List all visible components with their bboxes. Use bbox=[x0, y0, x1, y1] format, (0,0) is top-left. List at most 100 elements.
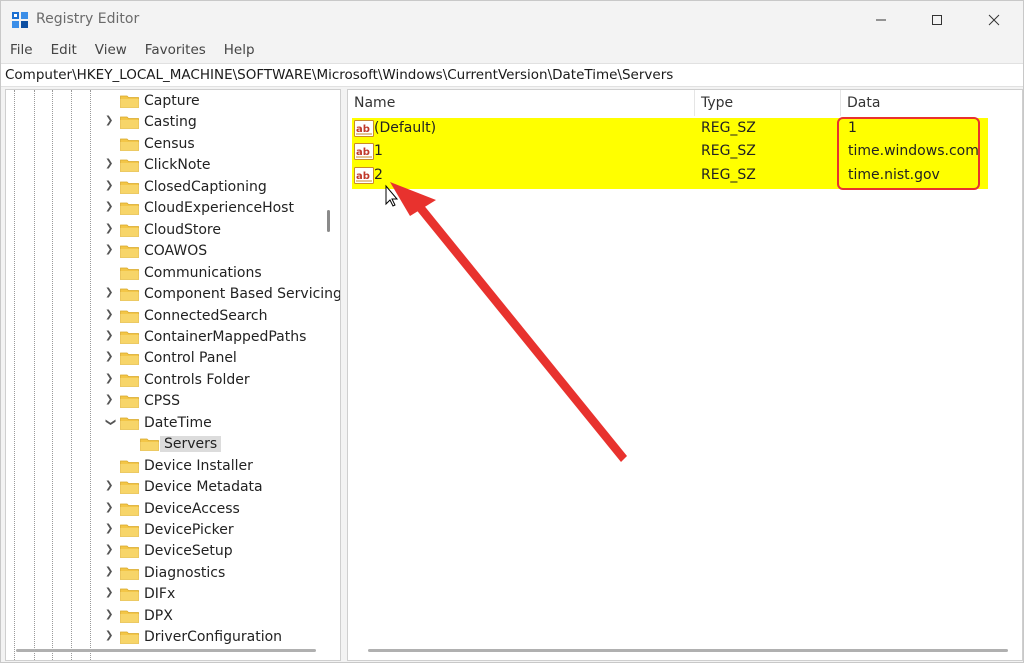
registry-editor-icon bbox=[12, 12, 28, 28]
tree-item[interactable]: ❯ CPSS bbox=[6, 391, 326, 412]
folder-icon bbox=[120, 544, 139, 559]
tree-item[interactable]: Census bbox=[6, 134, 326, 155]
minimize-icon bbox=[876, 19, 886, 20]
chevron-right-icon[interactable]: ❯ bbox=[105, 587, 115, 601]
chevron-right-icon[interactable]: ❯ bbox=[105, 330, 115, 344]
tree-item[interactable]: ❯ DIFx bbox=[6, 584, 326, 605]
tree-item[interactable]: ❯ COAWOS bbox=[6, 241, 326, 262]
tree-item[interactable]: Communications bbox=[6, 263, 326, 284]
chevron-down-icon[interactable]: ❯ bbox=[102, 418, 116, 428]
tree-item[interactable]: ❯ DeviceSetup bbox=[6, 541, 326, 562]
chevron-right-icon[interactable]: ❯ bbox=[105, 201, 115, 215]
tree-item[interactable]: ❯ Controls Folder bbox=[6, 370, 326, 391]
menu-help[interactable]: Help bbox=[215, 39, 264, 61]
tree-item[interactable]: ❯ CloudExperienceHost bbox=[6, 198, 326, 219]
tree-item[interactable]: ❯ Control Panel bbox=[6, 348, 326, 369]
chevron-right-icon[interactable]: ❯ bbox=[105, 480, 115, 494]
folder-icon bbox=[120, 94, 139, 108]
close-button[interactable] bbox=[964, 1, 1024, 38]
chevron-right-icon[interactable]: ❯ bbox=[105, 158, 115, 172]
tree-horizontal-scrollbar[interactable] bbox=[16, 649, 316, 652]
tree-item[interactable]: ❯ DriverConfiguration bbox=[6, 627, 326, 648]
folder-icon bbox=[120, 502, 139, 516]
tree-item-label: COAWOS bbox=[144, 243, 208, 260]
svg-text:ab: ab bbox=[356, 124, 370, 135]
chevron-right-icon[interactable]: ❯ bbox=[105, 115, 115, 129]
menu-file[interactable]: File bbox=[1, 39, 42, 61]
tree-item-label: Capture bbox=[144, 93, 200, 109]
close-icon bbox=[988, 14, 1000, 25]
svg-text:ab: ab bbox=[356, 147, 370, 158]
tree-item[interactable]: ❯ ContainerMappedPaths bbox=[6, 327, 326, 348]
chevron-right-icon[interactable]: ❯ bbox=[105, 502, 115, 516]
tree-item[interactable]: ❯ DeviceAccess bbox=[6, 499, 326, 520]
mouse-cursor-icon bbox=[385, 184, 399, 207]
tree-item[interactable]: ❯ ConnectedSearch bbox=[6, 306, 326, 327]
tree-item[interactable]: ❯ Component Based Servicing bbox=[6, 284, 340, 305]
tree-item[interactable]: ❯ DateTime bbox=[6, 413, 326, 434]
folder-icon bbox=[120, 523, 139, 537]
menu-bar: File Edit View Favorites Help bbox=[1, 39, 264, 61]
address-path[interactable]: Computer\HKEY_LOCAL_MACHINE\SOFTWARE\Mic… bbox=[5, 67, 673, 83]
chevron-right-icon[interactable]: ❯ bbox=[105, 523, 115, 537]
menu-favorites[interactable]: Favorites bbox=[136, 39, 215, 61]
tree-item-label: DevicePicker bbox=[144, 522, 234, 538]
column-header-type[interactable]: Type bbox=[694, 90, 840, 116]
title-bar: Registry Editor bbox=[1, 1, 1023, 38]
chevron-right-icon[interactable]: ❯ bbox=[105, 287, 115, 301]
chevron-right-icon[interactable]: ❯ bbox=[105, 351, 115, 365]
tree-item[interactable]: Servers bbox=[6, 434, 326, 455]
chevron-right-icon[interactable]: ❯ bbox=[105, 223, 115, 237]
tree-item-label: DeviceSetup bbox=[144, 543, 233, 560]
value-type: REG_SZ bbox=[701, 143, 756, 160]
column-header-name[interactable]: Name bbox=[348, 90, 694, 116]
tree-item-label: DIFx bbox=[144, 586, 176, 603]
key-tree-pane[interactable]: Capture ❯ Casting Census ❯ ClickNote ❯ ClosedCa… bbox=[5, 89, 341, 661]
tree-item[interactable]: ❯ Device Metadata bbox=[6, 477, 326, 498]
tree-item-label: Casting bbox=[144, 114, 197, 131]
tree-item[interactable]: ❯ ClickNote bbox=[6, 155, 326, 176]
address-bar[interactable]: Computer\HKEY_LOCAL_MACHINE\SOFTWARE\Mic… bbox=[1, 63, 1023, 87]
maximize-button[interactable] bbox=[907, 1, 967, 38]
chevron-right-icon[interactable]: ❯ bbox=[105, 609, 115, 623]
tree-item[interactable]: ❯ Casting bbox=[6, 112, 326, 133]
menu-edit[interactable]: Edit bbox=[42, 39, 86, 61]
tree-item[interactable]: Device Installer bbox=[6, 456, 326, 477]
tree-item-label: Diagnostics bbox=[144, 564, 226, 581]
chevron-right-icon[interactable]: ❯ bbox=[105, 544, 115, 558]
maximize-icon bbox=[932, 14, 942, 25]
value-name: 2 bbox=[374, 166, 383, 183]
menu-view[interactable]: View bbox=[86, 39, 136, 61]
string-value-icon: ab bbox=[354, 166, 374, 184]
svg-text:ab: ab bbox=[356, 171, 370, 182]
tree-item-label: ClickNote bbox=[144, 157, 211, 174]
chevron-right-icon[interactable]: ❯ bbox=[105, 566, 115, 580]
chevron-right-icon[interactable]: ❯ bbox=[105, 373, 115, 387]
tree-item[interactable]: ❯ Diagnostics bbox=[6, 563, 326, 584]
value-name: 1 bbox=[374, 143, 383, 160]
tree-item[interactable]: ❯ CloudStore bbox=[6, 220, 326, 241]
string-value-icon: ab bbox=[354, 143, 374, 161]
tree-item[interactable]: ❯ DPX bbox=[6, 606, 326, 627]
tree-item-label: DeviceAccess bbox=[144, 500, 240, 517]
chevron-right-icon[interactable]: ❯ bbox=[105, 630, 115, 644]
folder-icon bbox=[120, 287, 139, 301]
tree-item-label: Servers bbox=[160, 436, 222, 453]
folder-icon bbox=[120, 309, 139, 323]
values-list-pane[interactable]: Name Type Data ab (Default) REG_SZ 1 ab 1 REG_… bbox=[347, 89, 1023, 661]
tree-item[interactable]: Capture bbox=[6, 91, 326, 112]
chevron-right-icon[interactable]: ❯ bbox=[105, 244, 115, 258]
registry-editor-window: Registry Editor File Edit View Favorites… bbox=[0, 0, 1024, 663]
chevron-right-icon[interactable]: ❯ bbox=[105, 180, 115, 194]
folder-icon bbox=[120, 180, 139, 194]
list-horizontal-scrollbar[interactable] bbox=[368, 649, 1008, 652]
tree-vertical-scrollbar[interactable] bbox=[327, 210, 330, 232]
folder-icon bbox=[120, 158, 139, 173]
minimize-button[interactable] bbox=[851, 1, 911, 38]
tree-item-label: DriverConfiguration bbox=[144, 629, 283, 646]
chevron-right-icon[interactable]: ❯ bbox=[105, 309, 115, 323]
chevron-right-icon[interactable]: ❯ bbox=[105, 394, 115, 408]
column-header-data[interactable]: Data bbox=[840, 90, 1022, 116]
tree-item[interactable]: ❯ DevicePicker bbox=[6, 520, 326, 541]
tree-item[interactable]: ❯ ClosedCaptioning bbox=[6, 177, 326, 198]
